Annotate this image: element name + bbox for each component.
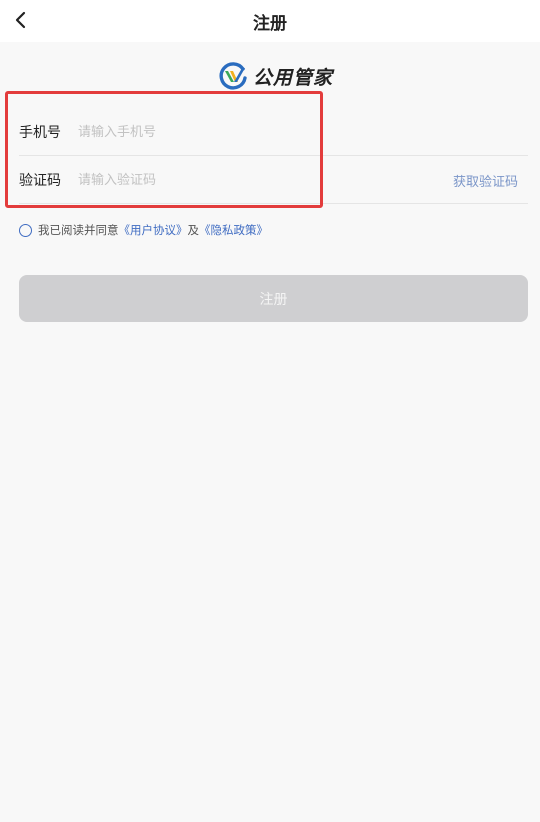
agreement-row: 我已阅读并同意 《用户协议》 及 《隐私政策》: [19, 221, 268, 239]
divider: [19, 203, 528, 204]
nav-bar: 注册: [0, 0, 540, 42]
get-code-button[interactable]: 获取验证码: [453, 171, 518, 190]
code-row: 验证码 获取验证码: [19, 156, 528, 204]
privacy-policy-link[interactable]: 《隐私政策》: [199, 222, 268, 238]
register-button[interactable]: 注册: [19, 275, 528, 322]
register-page: 注册 公用管家 手机号 验证码 获取验证码 我已阅读并同意 《用户协议》 及 《…: [0, 0, 540, 822]
user-agreement-link[interactable]: 《用户协议》: [119, 222, 188, 238]
phone-input[interactable]: [78, 117, 528, 147]
agreement-conjunction: 及: [187, 223, 200, 237]
brand-name: 公用管家: [253, 66, 334, 89]
brand-logo-icon: [219, 62, 247, 90]
phone-row: 手机号: [19, 108, 528, 156]
brand-logo: 公用管家: [218, 60, 333, 92]
agreement-prefix: 我已阅读并同意: [38, 223, 119, 237]
code-label: 验证码: [19, 173, 61, 189]
page-title: 注册: [253, 14, 287, 34]
phone-label: 手机号: [19, 125, 61, 141]
code-input[interactable]: [78, 165, 453, 195]
agree-radio[interactable]: [19, 223, 32, 237]
